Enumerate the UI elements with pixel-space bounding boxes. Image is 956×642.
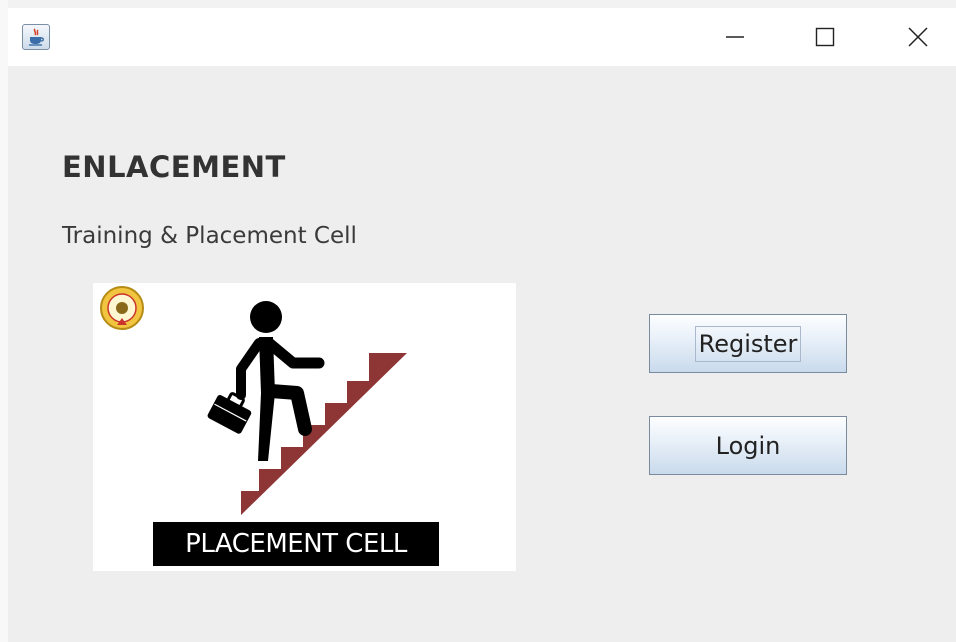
maximize-button[interactable] bbox=[795, 8, 855, 66]
app-window: ENLACEMENT Training & Placement Cell PLA… bbox=[8, 8, 956, 642]
minimize-button[interactable] bbox=[705, 8, 765, 66]
placement-cell-banner: PLACEMENT CELL bbox=[93, 283, 516, 571]
java-coffee-icon[interactable] bbox=[22, 24, 50, 50]
title-bar[interactable] bbox=[8, 8, 956, 66]
background-window-strip bbox=[8, 0, 956, 8]
briefcase-icon bbox=[207, 392, 252, 434]
screen: ENLACEMENT Training & Placement Cell PLA… bbox=[0, 0, 956, 642]
register-button-label: Register bbox=[694, 325, 802, 362]
register-button[interactable]: Register bbox=[649, 314, 847, 373]
page-subtitle: Training & Placement Cell bbox=[62, 223, 357, 249]
page-title: ENLACEMENT bbox=[62, 150, 286, 184]
minimize-icon bbox=[726, 36, 744, 38]
main-panel: ENLACEMENT Training & Placement Cell PLA… bbox=[8, 66, 956, 642]
banner-caption: PLACEMENT CELL bbox=[153, 522, 439, 566]
close-button[interactable] bbox=[888, 8, 948, 66]
maximize-icon bbox=[815, 27, 835, 47]
institute-seal-icon bbox=[100, 286, 144, 330]
login-button[interactable]: Login bbox=[649, 416, 847, 475]
close-icon bbox=[908, 27, 928, 47]
login-button-label: Login bbox=[715, 431, 781, 460]
